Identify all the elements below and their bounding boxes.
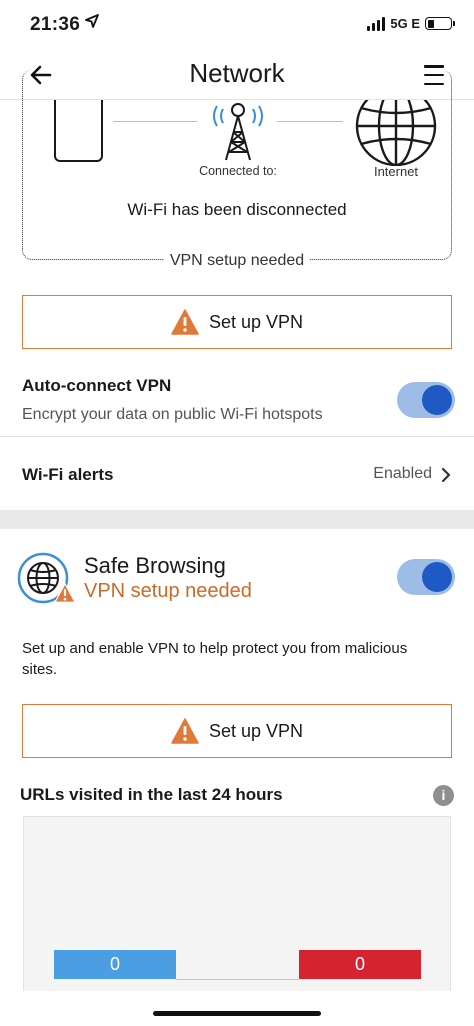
connection-diagram: Connected to: Internet Wi-Fi has been di… xyxy=(22,70,452,269)
wifi-alerts-title: Wi-Fi alerts xyxy=(22,465,114,484)
vpn-setup-needed-label: VPN setup needed xyxy=(23,252,451,270)
vpn-setup-needed-text: VPN setup needed xyxy=(163,252,311,269)
network-type: 5G E xyxy=(390,16,420,31)
info-icon[interactable]: i xyxy=(433,785,454,806)
connected-to-label: Connected to: xyxy=(199,164,277,178)
urls-visited-title: URLs visited in the last 24 hours xyxy=(20,785,283,804)
battery-icon xyxy=(425,17,455,30)
location-arrow-icon xyxy=(85,14,99,28)
warning-icon xyxy=(171,718,199,744)
status-time: 21:36 xyxy=(30,14,81,35)
section-separator xyxy=(0,510,474,529)
warning-icon xyxy=(171,309,199,335)
auto-connect-vpn-title: Auto-connect VPN xyxy=(22,376,172,395)
wifi-alerts-row[interactable]: Wi-Fi alerts Enabled xyxy=(0,453,474,497)
globe-icon xyxy=(355,100,437,166)
set-up-vpn-label: Set up VPN xyxy=(208,720,304,741)
safe-browsing-status: VPN setup needed xyxy=(84,580,252,602)
toggle-knob xyxy=(422,385,452,415)
set-up-vpn-label: Set up VPN xyxy=(208,311,304,332)
connector-line xyxy=(113,121,197,122)
cell-tower-icon xyxy=(213,103,263,161)
safe-browsing-icon xyxy=(16,552,76,608)
status-indicators: 5G E xyxy=(367,16,455,31)
safe-browsing-title: Safe Browsing xyxy=(84,553,226,578)
status-bar: 21:36 5G E xyxy=(0,0,474,50)
chart-bar-safe: 0 xyxy=(54,950,176,979)
wifi-alerts-value: Enabled xyxy=(373,465,432,482)
set-up-vpn-button[interactable]: Set up VPN xyxy=(22,295,452,349)
toggle-knob xyxy=(422,562,452,592)
divider xyxy=(0,436,474,437)
chevron-right-icon xyxy=(441,467,451,483)
connector-line xyxy=(277,121,343,122)
set-up-vpn-button-2[interactable]: Set up VPN xyxy=(22,704,452,758)
chart-baseline xyxy=(176,979,299,980)
safe-browsing-description: Set up and enable VPN to help protect yo… xyxy=(22,640,408,678)
safe-browsing-toggle[interactable] xyxy=(397,559,455,595)
auto-connect-vpn-subtitle: Encrypt your data on public Wi-Fi hotspo… xyxy=(22,406,323,423)
warning-icon xyxy=(54,583,76,603)
chart-bar-blocked: 0 xyxy=(299,950,421,979)
cellular-signal-icon xyxy=(367,16,386,31)
connection-status-message: Wi-Fi has been disconnected xyxy=(127,200,347,219)
home-indicator xyxy=(153,1011,321,1016)
internet-label: Internet xyxy=(373,164,419,179)
urls-chart: 0 0 xyxy=(23,816,451,991)
auto-connect-vpn-toggle[interactable] xyxy=(397,382,455,418)
phone-icon xyxy=(54,100,103,162)
